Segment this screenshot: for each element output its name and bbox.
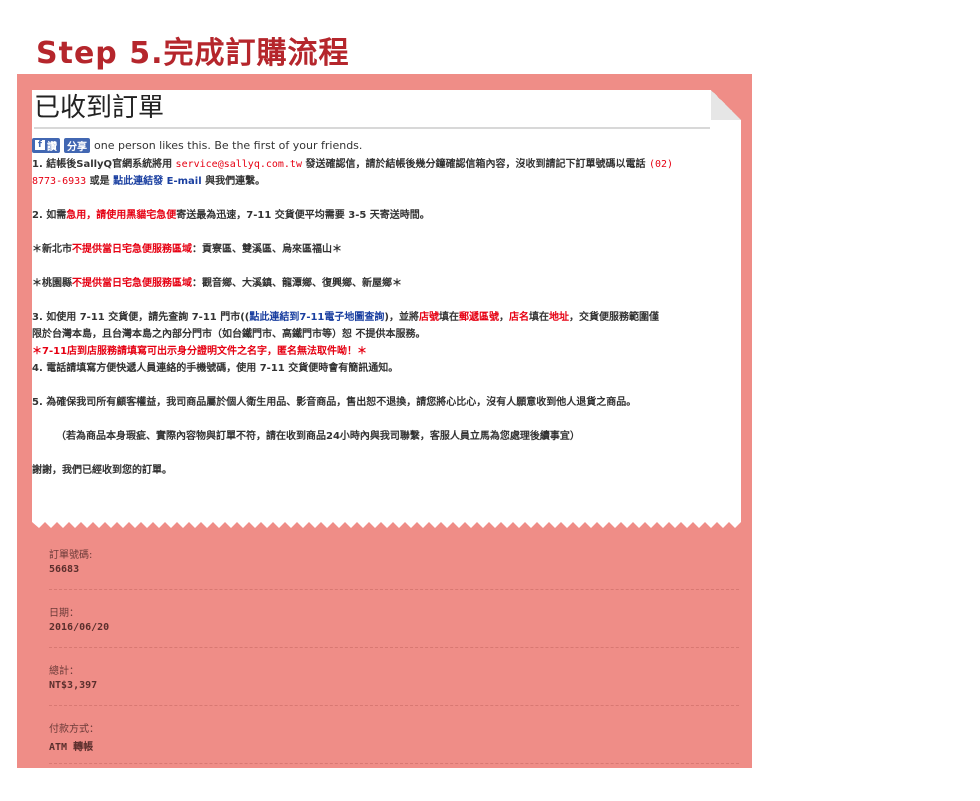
- service-email: service@sallyq.com.tw: [175, 159, 302, 170]
- order-total-row: 總計： NT$3,397: [49, 648, 739, 706]
- facebook-like-label: 讚: [47, 141, 57, 153]
- order-total-value: NT$3,397: [49, 680, 98, 691]
- email-link[interactable]: 點此連結發 E-mail: [113, 176, 202, 187]
- confirmation-paper: 已收到訂單 f 讚 分享 one person likes this. Be t…: [32, 90, 741, 520]
- thanks-text: 謝謝，我們已經收到您的訂單。: [32, 465, 172, 476]
- instruction-1-cont: 8773-6933 或是 點此連結發 E-mail 與我們連繫。: [32, 176, 266, 187]
- payment-method-value: ATM 轉帳: [49, 742, 94, 753]
- instruction-3: 3. 如使用 7-11 交貨便，請先查詢 7-11 門市((點此連結到7-11電…: [32, 312, 659, 323]
- order-confirmation-panel: 已收到訂單 f 讚 分享 one person likes this. Be t…: [17, 74, 752, 768]
- likes-text: one person likes this. Be the first of y…: [94, 138, 363, 152]
- order-date-label: 日期：: [49, 608, 79, 619]
- order-number-label: 訂單號碼:: [49, 550, 93, 561]
- paper-torn-edge: [32, 518, 741, 528]
- payment-method-row: 付款方式： ATM 轉帳: [49, 706, 739, 764]
- instruction-3-cont: 限於台灣本島，且台灣本島之內部分門市（如台鐵門市、高鐵門市等）恕 不提供本服務。: [32, 329, 426, 340]
- note-taoyuan: ＊桃園縣不提供當日宅急便服務區域：觀音鄉、大溪鎮、龍潭鄉、復興鄉、新屋鄉＊: [32, 278, 402, 289]
- instruction-4: 4. 電話請填寫方便快遞人員連絡的手機號碼，使用 7-11 交貨便時會有簡訊通知…: [32, 363, 399, 374]
- phone-area-code: (02): [648, 159, 674, 170]
- page-fold-corner: [711, 90, 741, 120]
- phone-number: 8773-6933: [32, 176, 87, 187]
- instruction-3-note: ＊7-11店到店服務請填寫可出示身分證明文件之名字，匿名無法取件呦！＊: [32, 346, 368, 357]
- instructions: 1. 結帳後SallyQ官網系統將用 service@sallyq.com.tw…: [32, 156, 740, 479]
- step-title: Step 5.完成訂購流程: [36, 36, 350, 71]
- payment-method-label: 付款方式：: [49, 724, 99, 735]
- instruction-5: 5. 為確保我司所有顧客權益，我司商品屬於個人衛生用品、影音商品，售出恕不退換，…: [32, 397, 637, 408]
- order-number-value: 56683: [49, 564, 80, 575]
- paper-title: 已收到訂單: [34, 91, 710, 129]
- social-bar: f 讚 分享 one person likes this. Be the fir…: [32, 137, 362, 153]
- order-summary: 訂單號碼: 56683 日期： 2016/06/20 總計： NT$3,397 …: [17, 532, 752, 764]
- instruction-2: 2. 如需急用，請使用黑貓宅急便寄送最為迅速，7-11 交貨便平均需要 3-5 …: [32, 210, 430, 221]
- defect-note: （若為商品本身瑕疵、實際內容物與訂單不符，請在收到商品24小時內與我司聯繫，客服…: [56, 431, 580, 442]
- 711-map-link[interactable]: 點此連結到7-11電子地圖查詢: [249, 312, 384, 323]
- order-number-row: 訂單號碼: 56683: [49, 532, 739, 590]
- facebook-icon: f: [35, 140, 45, 150]
- instruction-1: 1. 結帳後SallyQ官網系統將用 service@sallyq.com.tw…: [32, 159, 674, 170]
- order-total-label: 總計：: [49, 666, 79, 677]
- note-new-taipei: ＊新北市不提供當日宅急便服務區域：貢寮區、雙溪區、烏來區福山＊: [32, 244, 342, 255]
- facebook-like-button[interactable]: f 讚: [32, 137, 60, 153]
- facebook-share-button[interactable]: 分享: [64, 137, 90, 153]
- order-date-row: 日期： 2016/06/20: [49, 590, 739, 648]
- order-date-value: 2016/06/20: [49, 622, 110, 633]
